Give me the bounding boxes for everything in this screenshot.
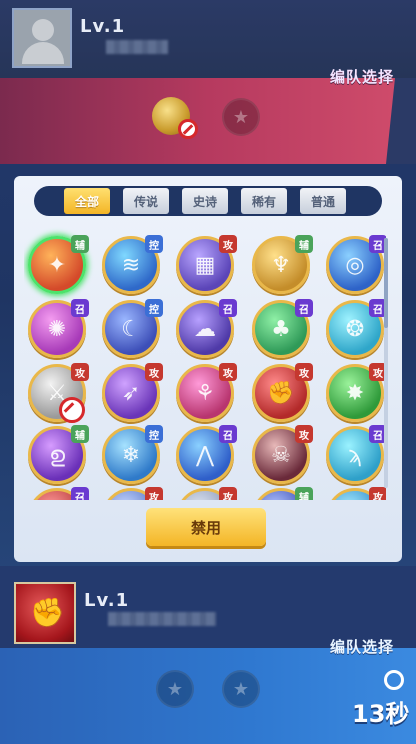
hero-role-badge: 辅 <box>71 425 89 443</box>
empty-ban-slot-2[interactable]: ★ <box>222 670 260 708</box>
hero-card[interactable]: ●攻 <box>326 487 386 500</box>
hero-card[interactable]: ☠ 攻 <box>252 425 313 484</box>
banned-icon <box>59 397 85 423</box>
top-player-avatar[interactable] <box>12 8 72 68</box>
top-player-name-redacted <box>106 40 168 54</box>
hero-card[interactable]: ✸ 攻 <box>326 363 386 422</box>
hero-role-badge: 召 <box>71 487 89 500</box>
tab-epic[interactable]: 史诗 <box>182 188 228 214</box>
hero-card[interactable]: ❄ 控 <box>102 425 163 484</box>
hero-grid[interactable]: ✦ 辅 ≋ 控 ▦ 攻 ♆ 辅 ◎ 召 ✺ 召 ☾ 控 ☁ 召 ♣ 召 ❂ 召 ⚔ 攻 ➶ 攻 ⚘ 攻 ✊ 攻 ✸ 攻 ഉ 辅 ❄ 控 ⋀ 召 ☠ 攻 ϡ 召… <box>24 226 386 500</box>
tab-rare[interactable]: 稀有 <box>241 188 287 214</box>
tab-legendary[interactable]: 传说 <box>123 188 169 214</box>
hero-card[interactable]: ✦ 辅 <box>28 235 89 294</box>
fist-icon: ✊ <box>30 596 65 629</box>
hero-card[interactable]: ●辅 <box>252 487 313 500</box>
hero-card[interactable]: ഉ辅 <box>28 425 89 484</box>
hero-role-badge: 召 <box>295 299 313 317</box>
bottom-team-select-label: 编队选择 <box>330 638 395 656</box>
hero-card[interactable]: ϡ召 <box>326 425 386 484</box>
hero-card[interactable]: ❂ 召 <box>326 299 386 358</box>
hero-role-badge: 攻 <box>219 487 237 500</box>
hero-role-badge: 攻 <box>295 425 313 443</box>
hero-card[interactable]: ◎ 召 <box>326 235 386 294</box>
hero-role-badge: 攻 <box>295 363 313 381</box>
star-icon: ★ <box>232 678 250 700</box>
hero-role-badge: 攻 <box>219 235 237 253</box>
countdown-timer: 13秒 <box>352 700 410 728</box>
hero-card[interactable]: ●召 <box>28 487 89 500</box>
star-icon: ★ <box>232 106 250 128</box>
hero-card[interactable]: ☾ 控 <box>102 299 163 358</box>
hero-role-badge: 召 <box>71 299 89 317</box>
empty-ban-slot[interactable]: ★ <box>222 98 260 136</box>
top-team-select-label: 编队选择 <box>330 68 395 86</box>
hero-role-badge: 攻 <box>71 363 89 381</box>
hero-role-badge: 控 <box>145 299 163 317</box>
hero-role-badge: 攻 <box>369 487 386 500</box>
hero-role-badge: 攻 <box>145 363 163 381</box>
bottom-player-avatar[interactable]: ✊ <box>14 582 76 644</box>
hero-grid-scroll-thumb[interactable] <box>384 238 388 328</box>
bottom-player-name-redacted <box>108 612 216 626</box>
clock-icon <box>384 670 404 690</box>
hero-role-badge: 召 <box>219 299 237 317</box>
top-team-band <box>0 78 416 164</box>
hero-card[interactable]: ●攻 <box>102 487 163 500</box>
ban-icon <box>178 119 198 139</box>
hero-card[interactable]: ≋ 控 <box>102 235 163 294</box>
avatar-placeholder-icon <box>32 19 54 41</box>
hero-card[interactable]: ●攻 <box>176 487 237 500</box>
hero-role-badge: 辅 <box>295 487 313 500</box>
hero-card[interactable]: ✺ 召 <box>28 299 89 358</box>
hero-role-badge: 攻 <box>145 487 163 500</box>
hero-card[interactable]: ⋀ 召 <box>176 425 237 484</box>
ban-button[interactable]: 禁用 <box>146 508 266 546</box>
hero-role-badge: 攻 <box>219 363 237 381</box>
hero-role-badge: 召 <box>219 425 237 443</box>
hero-card[interactable]: ♆ 辅 <box>252 235 313 294</box>
hero-role-badge: 控 <box>145 235 163 253</box>
tab-all[interactable]: 全部 <box>64 188 110 214</box>
hero-card[interactable]: ➶ 攻 <box>102 363 163 422</box>
banned-hero-slot <box>152 97 198 139</box>
tab-common[interactable]: 普通 <box>300 188 346 214</box>
hero-card[interactable]: ⚘ 攻 <box>176 363 237 422</box>
hero-role-badge: 控 <box>145 425 163 443</box>
top-player-level: Lv.1 <box>80 16 126 37</box>
hero-card[interactable]: ▦ 攻 <box>176 235 237 294</box>
hero-role-badge: 辅 <box>295 235 313 253</box>
hero-card[interactable]: ✊ 攻 <box>252 363 313 422</box>
hero-card[interactable]: ⚔ 攻 <box>28 363 89 423</box>
bottom-player-level: Lv.1 <box>84 590 130 611</box>
empty-ban-slot-1[interactable]: ★ <box>156 670 194 708</box>
star-icon: ★ <box>166 678 184 700</box>
hero-card[interactable]: ☁ 召 <box>176 299 237 358</box>
hero-card[interactable]: ♣ 召 <box>252 299 313 358</box>
hero-role-badge: 辅 <box>71 235 89 253</box>
